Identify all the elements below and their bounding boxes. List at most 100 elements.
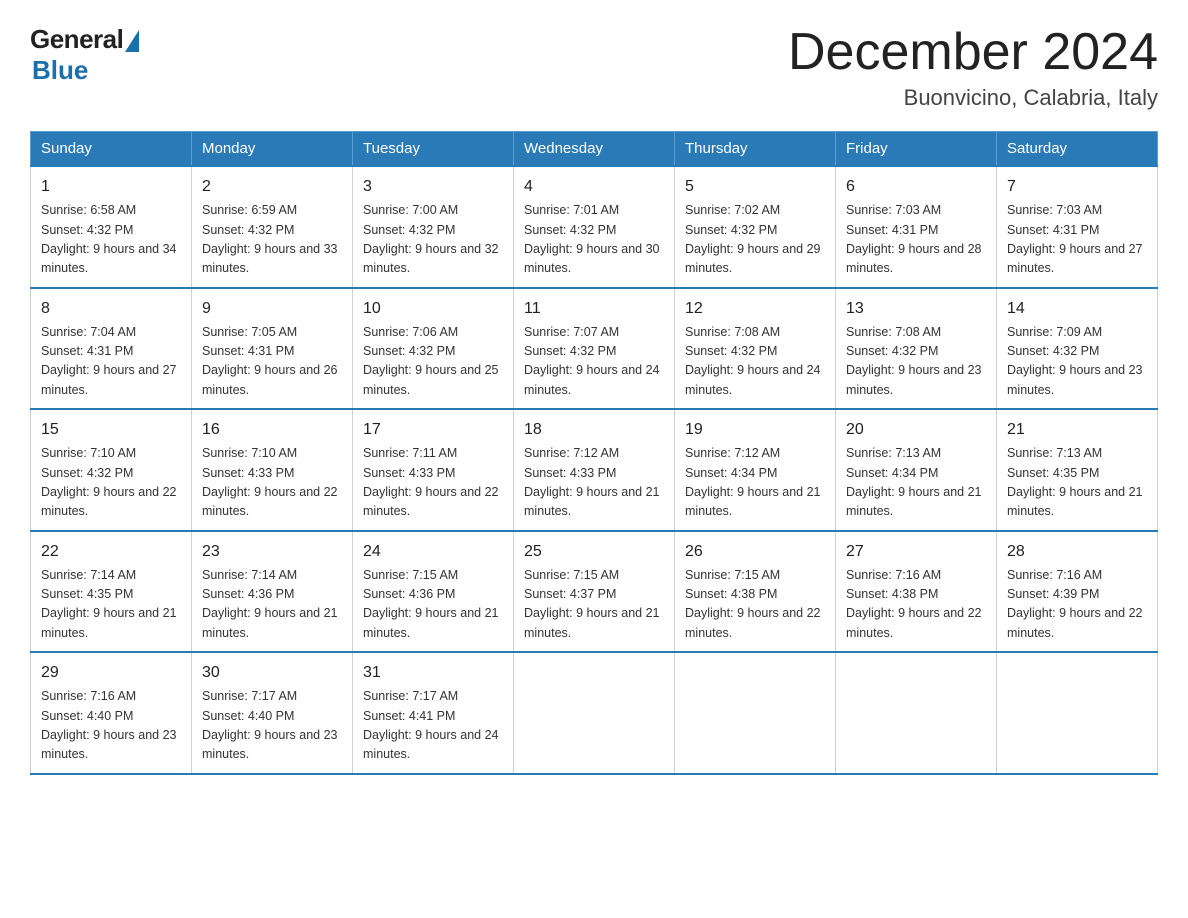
day-info: Sunrise: 7:11 AMSunset: 4:33 PMDaylight:… xyxy=(363,444,503,522)
day-header-saturday: Saturday xyxy=(997,132,1158,167)
day-number: 14 xyxy=(1007,297,1147,321)
day-info: Sunrise: 7:17 AMSunset: 4:41 PMDaylight:… xyxy=(363,687,503,765)
day-number: 11 xyxy=(524,297,664,321)
calendar-week-4: 22 Sunrise: 7:14 AMSunset: 4:35 PMDaylig… xyxy=(31,531,1158,653)
day-number: 10 xyxy=(363,297,503,321)
day-info: Sunrise: 7:00 AMSunset: 4:32 PMDaylight:… xyxy=(363,201,503,279)
day-info: Sunrise: 7:02 AMSunset: 4:32 PMDaylight:… xyxy=(685,201,825,279)
day-info: Sunrise: 7:17 AMSunset: 4:40 PMDaylight:… xyxy=(202,687,342,765)
day-number: 28 xyxy=(1007,540,1147,564)
calendar-cell: 31 Sunrise: 7:17 AMSunset: 4:41 PMDaylig… xyxy=(353,652,514,774)
day-number: 12 xyxy=(685,297,825,321)
day-header-sunday: Sunday xyxy=(31,132,192,167)
day-number: 4 xyxy=(524,175,664,199)
day-number: 29 xyxy=(41,661,181,685)
calendar-subtitle: Buonvicino, Calabria, Italy xyxy=(788,85,1158,111)
day-number: 22 xyxy=(41,540,181,564)
day-number: 30 xyxy=(202,661,342,685)
calendar-cell: 16 Sunrise: 7:10 AMSunset: 4:33 PMDaylig… xyxy=(192,409,353,531)
calendar-cell: 3 Sunrise: 7:00 AMSunset: 4:32 PMDayligh… xyxy=(353,166,514,288)
logo-triangle-icon xyxy=(125,30,139,52)
day-number: 2 xyxy=(202,175,342,199)
day-info: Sunrise: 7:07 AMSunset: 4:32 PMDaylight:… xyxy=(524,323,664,401)
day-header-monday: Monday xyxy=(192,132,353,167)
day-info: Sunrise: 7:06 AMSunset: 4:32 PMDaylight:… xyxy=(363,323,503,401)
day-number: 21 xyxy=(1007,418,1147,442)
day-number: 27 xyxy=(846,540,986,564)
calendar-cell xyxy=(997,652,1158,774)
day-info: Sunrise: 7:09 AMSunset: 4:32 PMDaylight:… xyxy=(1007,323,1147,401)
calendar-week-3: 15 Sunrise: 7:10 AMSunset: 4:32 PMDaylig… xyxy=(31,409,1158,531)
calendar-cell: 18 Sunrise: 7:12 AMSunset: 4:33 PMDaylig… xyxy=(514,409,675,531)
calendar-cell xyxy=(514,652,675,774)
day-number: 9 xyxy=(202,297,342,321)
day-info: Sunrise: 7:16 AMSunset: 4:39 PMDaylight:… xyxy=(1007,566,1147,644)
calendar-week-2: 8 Sunrise: 7:04 AMSunset: 4:31 PMDayligh… xyxy=(31,288,1158,410)
calendar-cell: 6 Sunrise: 7:03 AMSunset: 4:31 PMDayligh… xyxy=(836,166,997,288)
day-number: 26 xyxy=(685,540,825,564)
calendar-table: SundayMondayTuesdayWednesdayThursdayFrid… xyxy=(30,131,1158,775)
calendar-cell: 8 Sunrise: 7:04 AMSunset: 4:31 PMDayligh… xyxy=(31,288,192,410)
calendar-cell xyxy=(675,652,836,774)
calendar-cell: 1 Sunrise: 6:58 AMSunset: 4:32 PMDayligh… xyxy=(31,166,192,288)
calendar-cell: 20 Sunrise: 7:13 AMSunset: 4:34 PMDaylig… xyxy=(836,409,997,531)
calendar-cell: 21 Sunrise: 7:13 AMSunset: 4:35 PMDaylig… xyxy=(997,409,1158,531)
logo-general-text: General xyxy=(30,24,123,55)
day-number: 18 xyxy=(524,418,664,442)
calendar-week-5: 29 Sunrise: 7:16 AMSunset: 4:40 PMDaylig… xyxy=(31,652,1158,774)
calendar-cell: 12 Sunrise: 7:08 AMSunset: 4:32 PMDaylig… xyxy=(675,288,836,410)
day-info: Sunrise: 6:58 AMSunset: 4:32 PMDaylight:… xyxy=(41,201,181,279)
day-info: Sunrise: 7:12 AMSunset: 4:34 PMDaylight:… xyxy=(685,444,825,522)
day-number: 7 xyxy=(1007,175,1147,199)
calendar-cell: 25 Sunrise: 7:15 AMSunset: 4:37 PMDaylig… xyxy=(514,531,675,653)
day-info: Sunrise: 7:01 AMSunset: 4:32 PMDaylight:… xyxy=(524,201,664,279)
calendar-cell: 27 Sunrise: 7:16 AMSunset: 4:38 PMDaylig… xyxy=(836,531,997,653)
day-number: 1 xyxy=(41,175,181,199)
calendar-cell: 22 Sunrise: 7:14 AMSunset: 4:35 PMDaylig… xyxy=(31,531,192,653)
day-info: Sunrise: 7:16 AMSunset: 4:40 PMDaylight:… xyxy=(41,687,181,765)
day-header-wednesday: Wednesday xyxy=(514,132,675,167)
calendar-cell: 13 Sunrise: 7:08 AMSunset: 4:32 PMDaylig… xyxy=(836,288,997,410)
calendar-cell: 17 Sunrise: 7:11 AMSunset: 4:33 PMDaylig… xyxy=(353,409,514,531)
calendar-cell: 5 Sunrise: 7:02 AMSunset: 4:32 PMDayligh… xyxy=(675,166,836,288)
calendar-cell: 19 Sunrise: 7:12 AMSunset: 4:34 PMDaylig… xyxy=(675,409,836,531)
day-header-tuesday: Tuesday xyxy=(353,132,514,167)
calendar-cell: 30 Sunrise: 7:17 AMSunset: 4:40 PMDaylig… xyxy=(192,652,353,774)
calendar-cell: 28 Sunrise: 7:16 AMSunset: 4:39 PMDaylig… xyxy=(997,531,1158,653)
logo: General Blue xyxy=(30,24,139,86)
logo-blue-text: Blue xyxy=(32,55,88,86)
calendar-cell: 23 Sunrise: 7:14 AMSunset: 4:36 PMDaylig… xyxy=(192,531,353,653)
calendar-header-row: SundayMondayTuesdayWednesdayThursdayFrid… xyxy=(31,132,1158,167)
calendar-cell: 11 Sunrise: 7:07 AMSunset: 4:32 PMDaylig… xyxy=(514,288,675,410)
day-info: Sunrise: 7:10 AMSunset: 4:33 PMDaylight:… xyxy=(202,444,342,522)
calendar-week-1: 1 Sunrise: 6:58 AMSunset: 4:32 PMDayligh… xyxy=(31,166,1158,288)
day-info: Sunrise: 7:04 AMSunset: 4:31 PMDaylight:… xyxy=(41,323,181,401)
day-header-friday: Friday xyxy=(836,132,997,167)
day-number: 6 xyxy=(846,175,986,199)
day-number: 13 xyxy=(846,297,986,321)
day-header-thursday: Thursday xyxy=(675,132,836,167)
page-header: General Blue December 2024 Buonvicino, C… xyxy=(30,24,1158,111)
day-number: 3 xyxy=(363,175,503,199)
calendar-cell xyxy=(836,652,997,774)
calendar-cell: 14 Sunrise: 7:09 AMSunset: 4:32 PMDaylig… xyxy=(997,288,1158,410)
calendar-cell: 15 Sunrise: 7:10 AMSunset: 4:32 PMDaylig… xyxy=(31,409,192,531)
day-number: 19 xyxy=(685,418,825,442)
day-number: 20 xyxy=(846,418,986,442)
title-block: December 2024 Buonvicino, Calabria, Ital… xyxy=(788,24,1158,111)
day-number: 23 xyxy=(202,540,342,564)
day-info: Sunrise: 7:10 AMSunset: 4:32 PMDaylight:… xyxy=(41,444,181,522)
calendar-cell: 7 Sunrise: 7:03 AMSunset: 4:31 PMDayligh… xyxy=(997,166,1158,288)
day-info: Sunrise: 6:59 AMSunset: 4:32 PMDaylight:… xyxy=(202,201,342,279)
day-info: Sunrise: 7:08 AMSunset: 4:32 PMDaylight:… xyxy=(846,323,986,401)
day-number: 15 xyxy=(41,418,181,442)
day-info: Sunrise: 7:15 AMSunset: 4:36 PMDaylight:… xyxy=(363,566,503,644)
day-info: Sunrise: 7:13 AMSunset: 4:34 PMDaylight:… xyxy=(846,444,986,522)
day-info: Sunrise: 7:03 AMSunset: 4:31 PMDaylight:… xyxy=(846,201,986,279)
day-number: 31 xyxy=(363,661,503,685)
day-info: Sunrise: 7:08 AMSunset: 4:32 PMDaylight:… xyxy=(685,323,825,401)
calendar-cell: 24 Sunrise: 7:15 AMSunset: 4:36 PMDaylig… xyxy=(353,531,514,653)
day-number: 16 xyxy=(202,418,342,442)
calendar-title: December 2024 xyxy=(788,24,1158,81)
calendar-cell: 10 Sunrise: 7:06 AMSunset: 4:32 PMDaylig… xyxy=(353,288,514,410)
